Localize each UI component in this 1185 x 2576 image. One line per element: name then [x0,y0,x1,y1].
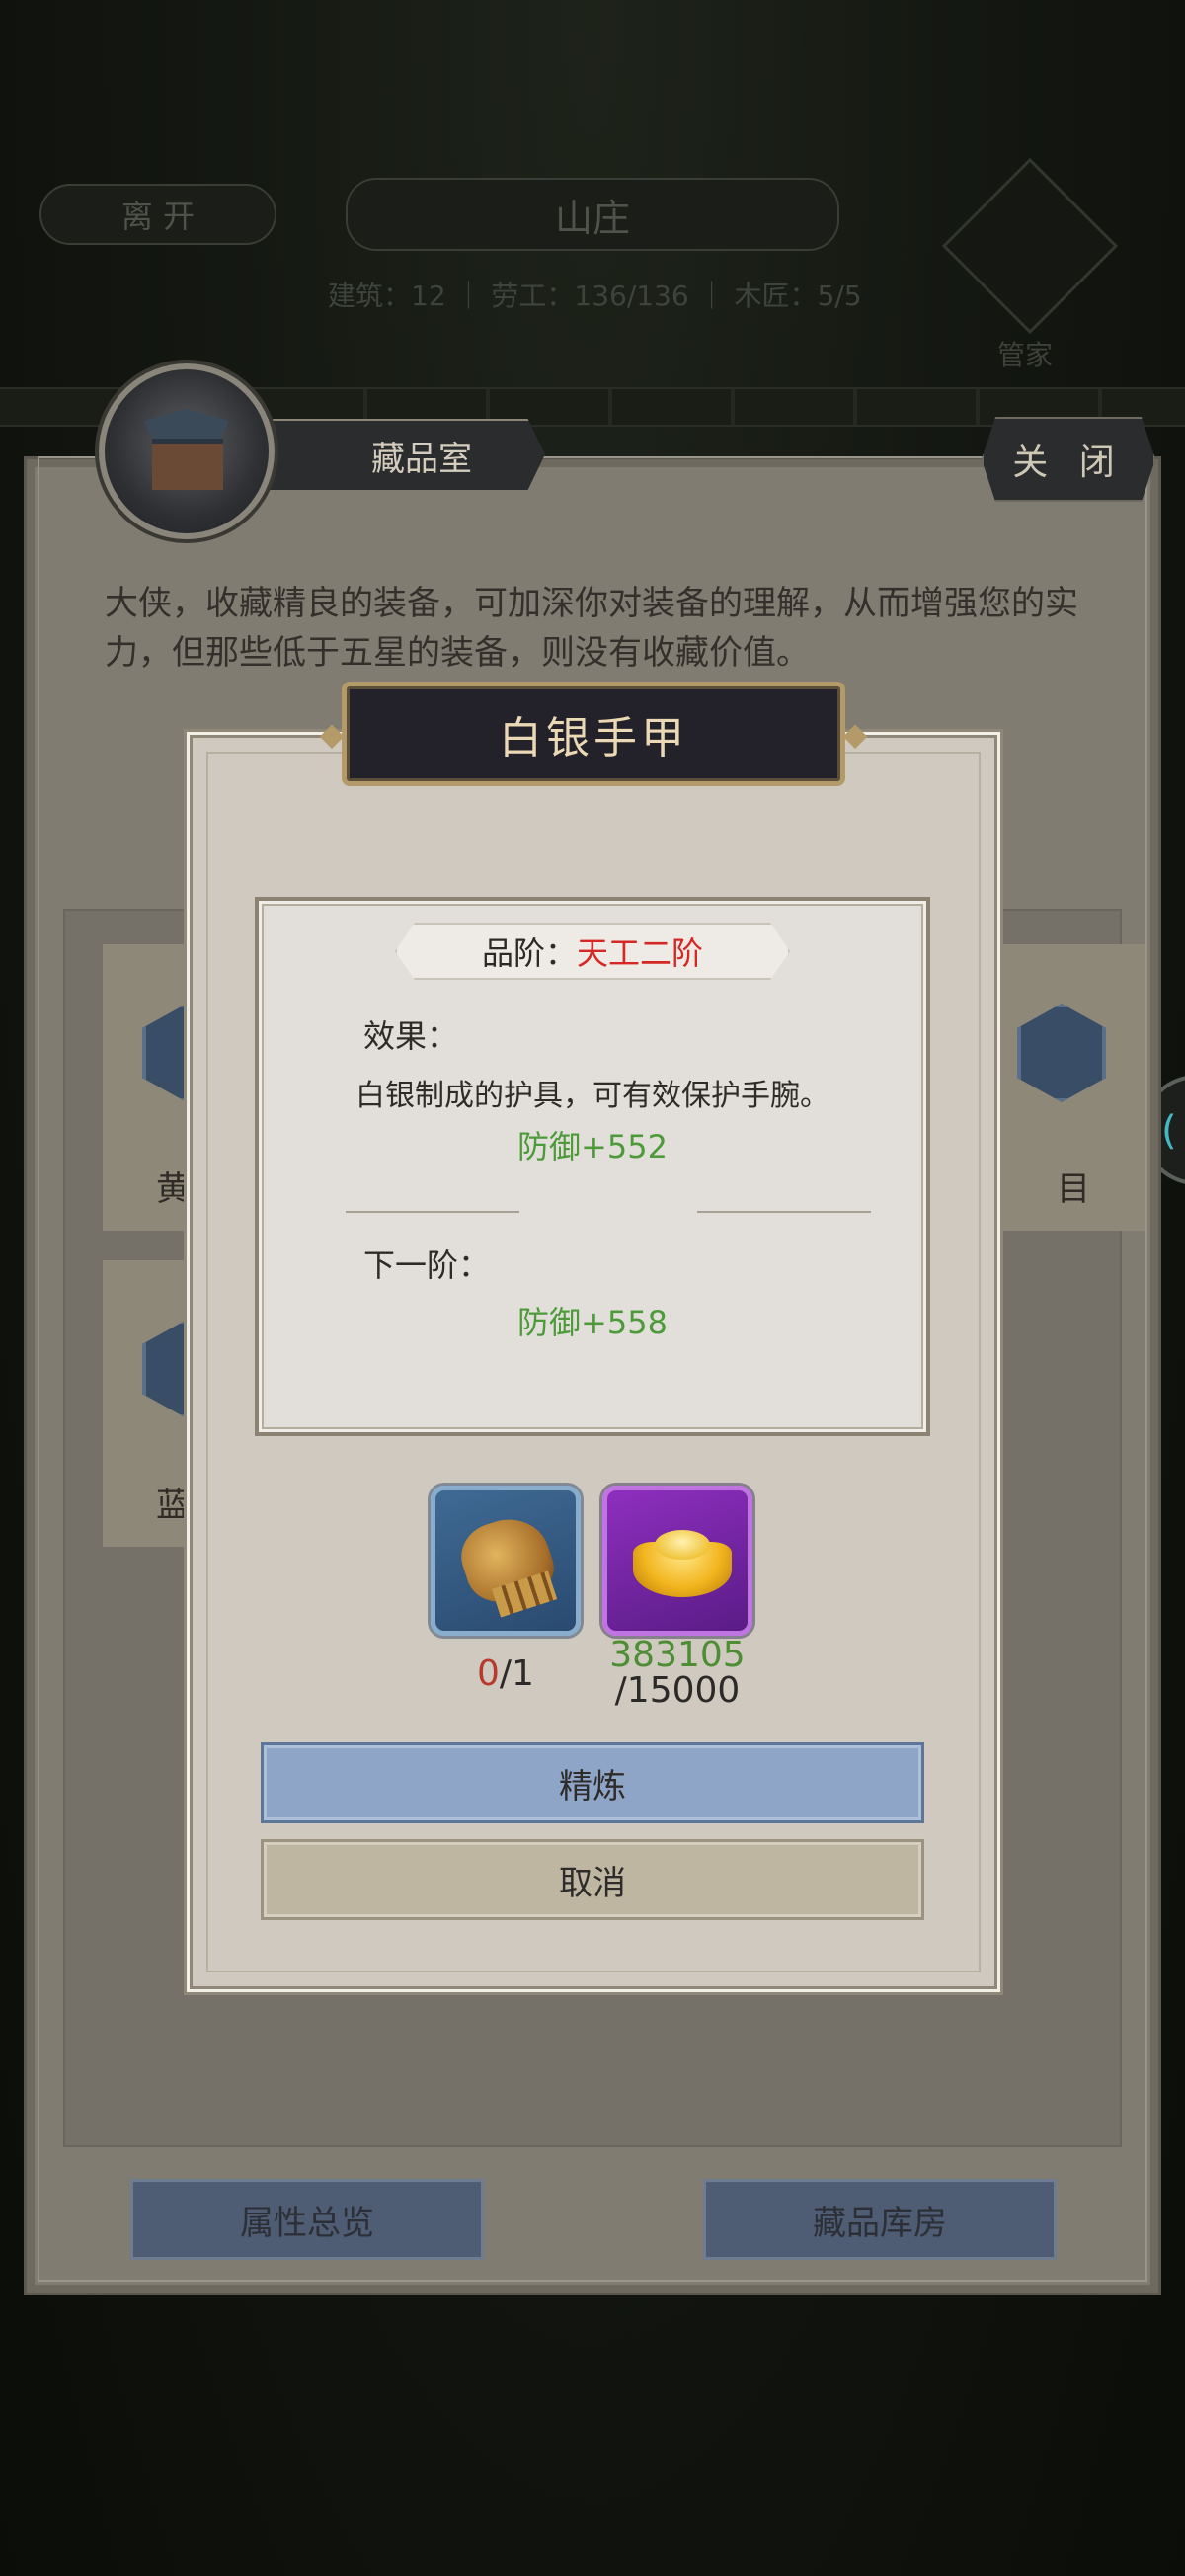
room-building-icon [99,363,275,539]
card-label: 目 [1057,1169,1090,1209]
collection-storage-button[interactable]: 藏品库房 [703,2179,1057,2260]
room-title: 藏品室 [259,419,545,490]
manager-icon[interactable] [941,157,1119,335]
manager-label: 管家 [997,339,1054,371]
collection-card[interactable]: 目 [978,944,1146,1231]
cancel-button[interactable]: 取消 [261,1839,924,1920]
current-stat: 防御+552 [517,1128,668,1166]
hall-shape [152,439,223,490]
effect-label: 效果： [363,1017,459,1055]
card-label: 蓝 [156,1486,190,1525]
item-frame-icon [1017,1004,1106,1102]
room-description: 大侠，收藏精良的装备，可加深你对装备的理解，从而增强您的实力，但那些低于五星的装… [105,584,1078,673]
refine-button[interactable]: 精炼 [261,1742,924,1823]
gauntlet-need: /1 [499,1653,534,1694]
item-name-title: 白银手甲 [342,682,845,786]
divider-left [346,1211,519,1213]
next-grade-label: 下一阶： [363,1247,491,1284]
drawer-arrow-icon: ( [1161,1108,1177,1154]
gauntlet-count: 0/1 [431,1653,581,1694]
location-title: 山庄 [346,178,839,251]
attribute-overview-button[interactable]: 属性总览 [130,2179,484,2260]
effect-description: 白银制成的护具，可有效保护手腕。 [356,1079,830,1113]
gauntlet-material-slot[interactable] [431,1486,581,1636]
gauntlet-have: 0 [477,1653,500,1694]
gold-need: /15000 [614,1670,741,1711]
grade-value: 天工二阶 [577,934,704,972]
gold-ingot-top [655,1530,710,1560]
leave-button[interactable]: 离 开 [40,184,276,245]
estate-stats: 建筑：12 ｜ 劳工：136/136 ｜ 木匠：5/5 [328,280,862,312]
next-stat: 防御+558 [517,1304,668,1341]
grade-banner: 品阶： 天工二阶 [395,923,790,980]
grade-label: 品阶： [481,934,577,972]
divider-right [697,1211,871,1213]
roof-shape [144,409,229,439]
gold-material-slot[interactable] [602,1486,752,1636]
card-label: 黄 [156,1169,190,1209]
close-button[interactable]: 关 闭 [982,417,1155,502]
gold-have: 383105 [609,1635,746,1675]
